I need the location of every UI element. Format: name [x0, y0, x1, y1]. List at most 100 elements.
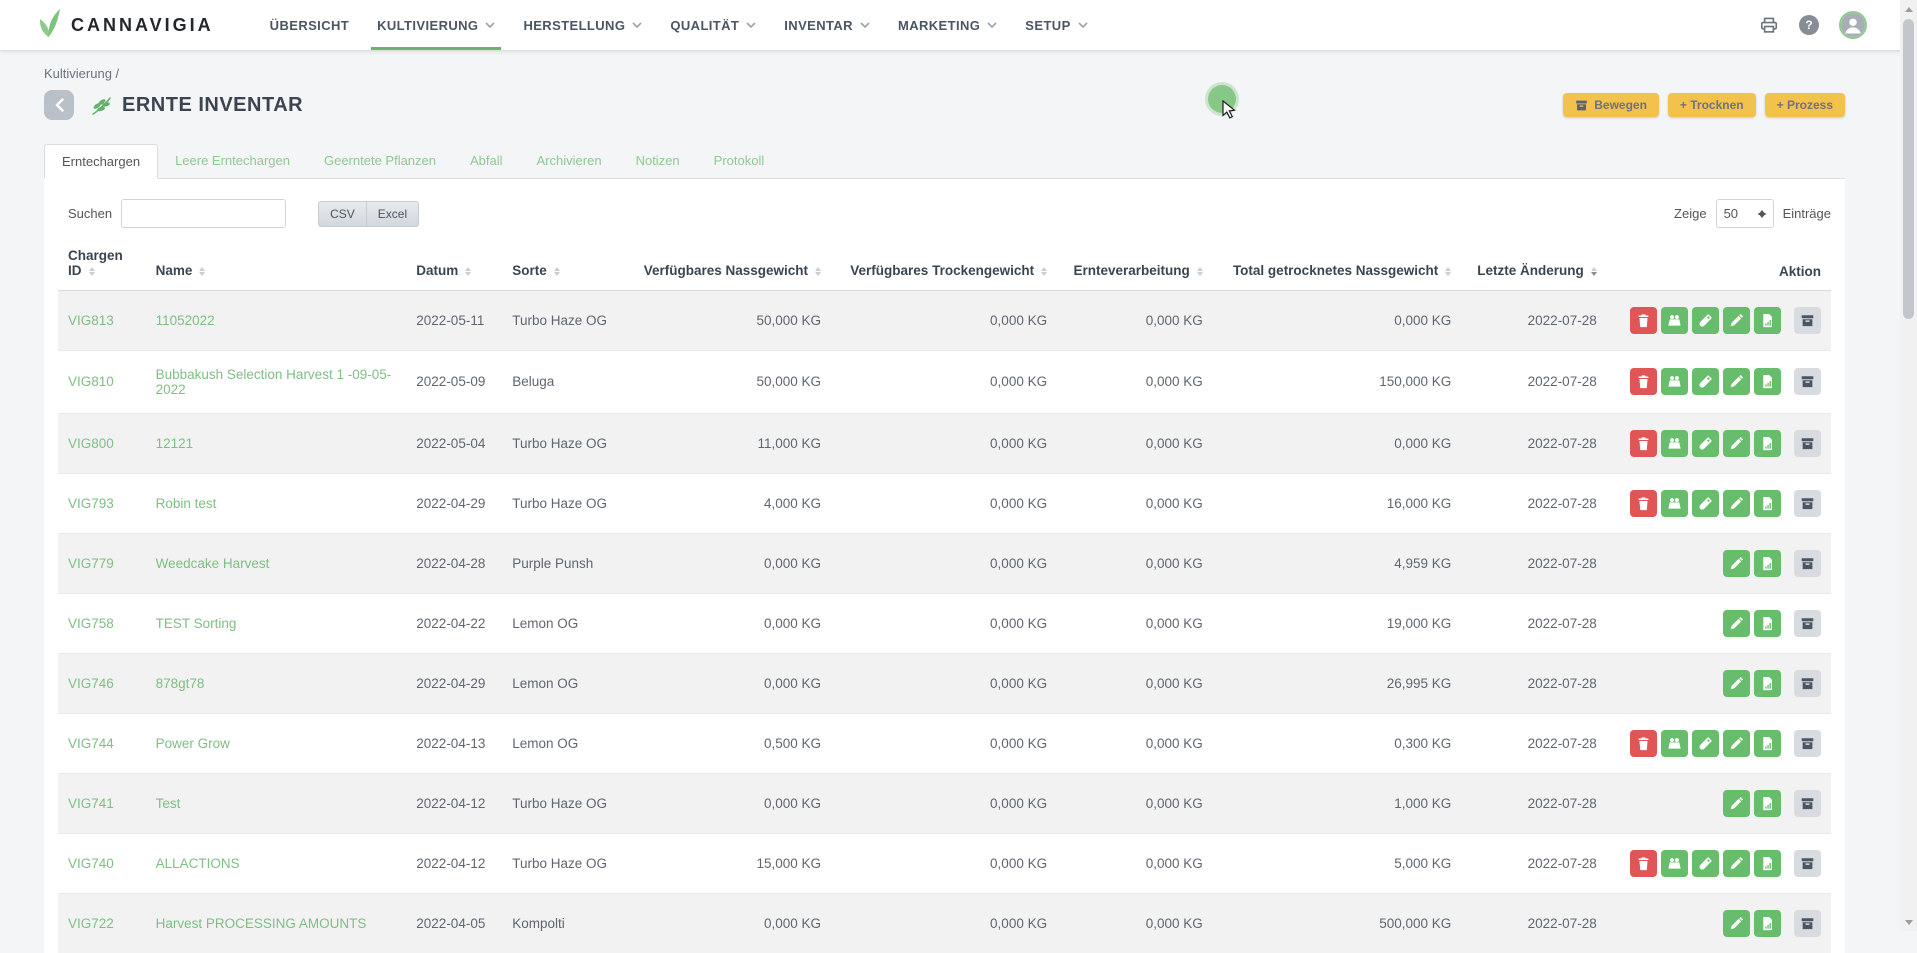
nav-item-marketing[interactable]: MARKETING — [884, 0, 1011, 50]
tab-notizen[interactable]: Notizen — [619, 144, 697, 178]
sort-arrows-icon[interactable] — [1197, 264, 1203, 279]
weigh-button[interactable] — [1661, 490, 1688, 517]
process-button[interactable]: + Prozess — [1765, 93, 1845, 117]
nav-item-inventar[interactable]: INVENTAR — [770, 0, 884, 50]
edit-button[interactable] — [1723, 790, 1750, 817]
edit-button[interactable] — [1723, 670, 1750, 697]
test-button[interactable] — [1692, 307, 1719, 334]
csv-export-button[interactable]: CSV — [318, 201, 367, 227]
nav-item-qualität[interactable]: QUALITÄT — [656, 0, 770, 50]
report-button[interactable] — [1754, 910, 1781, 937]
sort-arrows-icon[interactable] — [199, 264, 205, 279]
page-size-select[interactable]: 50 — [1716, 199, 1774, 228]
batch-name-link[interactable]: 11052022 — [156, 313, 215, 328]
test-button[interactable] — [1692, 430, 1719, 457]
batch-name-link[interactable]: 12121 — [156, 436, 194, 451]
sort-arrows-icon[interactable] — [89, 264, 95, 279]
edit-button[interactable] — [1723, 307, 1750, 334]
column-header-verfügbares-nassgewicht[interactable]: Verfügbares Nassgewicht — [625, 244, 831, 290]
archive-button[interactable] — [1794, 490, 1821, 517]
nav-item-kultivierung[interactable]: KULTIVIERUNG — [363, 0, 509, 50]
nav-item-herstellung[interactable]: HERSTELLUNG — [509, 0, 656, 50]
delete-button[interactable] — [1630, 490, 1657, 517]
archive-button[interactable] — [1794, 368, 1821, 395]
batch-id-link[interactable]: VIG746 — [68, 676, 114, 691]
back-button[interactable] — [44, 90, 74, 120]
delete-button[interactable] — [1630, 430, 1657, 457]
delete-button[interactable] — [1630, 850, 1657, 877]
archive-button[interactable] — [1794, 910, 1821, 937]
vertical-scrollbar[interactable] — [1900, 0, 1917, 931]
report-button[interactable] — [1754, 430, 1781, 457]
batch-name-link[interactable]: Robin test — [156, 496, 217, 511]
sort-arrows-icon[interactable] — [815, 264, 821, 279]
batch-name-link[interactable]: Weedcake Harvest — [156, 556, 270, 571]
edit-button[interactable] — [1723, 910, 1750, 937]
archive-button[interactable] — [1794, 850, 1821, 877]
sort-arrows-icon[interactable] — [1041, 264, 1047, 279]
brand-logo[interactable]: CANNAVIGIA — [38, 9, 214, 42]
batch-name-link[interactable]: Bubbakush Selection Harvest 1 -09-05-202… — [156, 367, 392, 397]
batch-name-link[interactable]: Power Grow — [156, 736, 230, 751]
scroll-down-icon[interactable] — [1900, 914, 1917, 931]
tab-abfall[interactable]: Abfall — [453, 144, 520, 178]
batch-name-link[interactable]: TEST Sorting — [156, 616, 237, 631]
archive-button[interactable] — [1794, 430, 1821, 457]
weigh-button[interactable] — [1661, 730, 1688, 757]
batch-id-link[interactable]: VIG744 — [68, 736, 114, 751]
archive-button[interactable] — [1794, 610, 1821, 637]
column-header-datum[interactable]: Datum — [406, 244, 502, 290]
sort-arrows-icon[interactable] — [465, 264, 471, 279]
scroll-up-icon[interactable] — [1900, 0, 1917, 17]
archive-button[interactable] — [1794, 550, 1821, 577]
batch-id-link[interactable]: VIG813 — [68, 313, 114, 328]
report-button[interactable] — [1754, 490, 1781, 517]
tab-geerntete-pflanzen[interactable]: Geerntete Pflanzen — [307, 144, 453, 178]
archive-button[interactable] — [1794, 790, 1821, 817]
scrollbar-thumb[interactable] — [1903, 19, 1914, 319]
edit-button[interactable] — [1723, 850, 1750, 877]
batch-id-link[interactable]: VIG793 — [68, 496, 114, 511]
weigh-button[interactable] — [1661, 430, 1688, 457]
column-header-letzte-änderung[interactable]: Letzte Änderung — [1461, 244, 1606, 290]
batch-id-link[interactable]: VIG741 — [68, 796, 114, 811]
archive-button[interactable] — [1794, 307, 1821, 334]
batch-name-link[interactable]: 878gt78 — [156, 676, 205, 691]
search-input[interactable] — [121, 199, 286, 228]
print-icon[interactable] — [1759, 15, 1779, 35]
column-header-verfügbares-trockengewicht[interactable]: Verfügbares Trockengewicht — [831, 244, 1057, 290]
sort-arrows-icon[interactable] — [554, 264, 560, 279]
report-button[interactable] — [1754, 368, 1781, 395]
column-header-ernteverarbeitung[interactable]: Ernteverarbeitung — [1057, 244, 1213, 290]
nav-item-setup[interactable]: SETUP — [1011, 0, 1101, 50]
help-icon[interactable]: ? — [1799, 15, 1819, 35]
edit-button[interactable] — [1723, 550, 1750, 577]
report-button[interactable] — [1754, 610, 1781, 637]
column-header-chargen-id[interactable]: Chargen ID — [58, 244, 146, 290]
batch-id-link[interactable]: VIG740 — [68, 856, 114, 871]
test-button[interactable] — [1692, 368, 1719, 395]
column-header-total-getrocknetes-nassgewicht[interactable]: Total getrocknetes Nassgewicht — [1213, 244, 1462, 290]
report-button[interactable] — [1754, 850, 1781, 877]
nav-item-übersicht[interactable]: ÜBERSICHT — [256, 0, 363, 50]
edit-button[interactable] — [1723, 368, 1750, 395]
tab-erntechargen[interactable]: Erntechargen — [44, 144, 158, 179]
batch-name-link[interactable]: Harvest PROCESSING AMOUNTS — [156, 916, 367, 931]
breadcrumb[interactable]: Kultivierung / — [44, 66, 1845, 81]
weigh-button[interactable] — [1661, 368, 1688, 395]
report-button[interactable] — [1754, 307, 1781, 334]
report-button[interactable] — [1754, 550, 1781, 577]
user-avatar[interactable] — [1839, 11, 1867, 39]
move-button[interactable]: Bewegen — [1563, 93, 1659, 117]
sort-arrows-icon[interactable] — [1591, 264, 1597, 279]
dry-button[interactable]: + Trocknen — [1668, 93, 1756, 117]
tab-archivieren[interactable]: Archivieren — [520, 144, 619, 178]
batch-name-link[interactable]: ALLACTIONS — [156, 856, 240, 871]
batch-id-link[interactable]: VIG758 — [68, 616, 114, 631]
weigh-button[interactable] — [1661, 850, 1688, 877]
batch-id-link[interactable]: VIG810 — [68, 374, 114, 389]
test-button[interactable] — [1692, 850, 1719, 877]
test-button[interactable] — [1692, 490, 1719, 517]
tab-leere-erntechargen[interactable]: Leere Erntechargen — [158, 144, 307, 178]
sort-arrows-icon[interactable] — [1445, 264, 1451, 279]
